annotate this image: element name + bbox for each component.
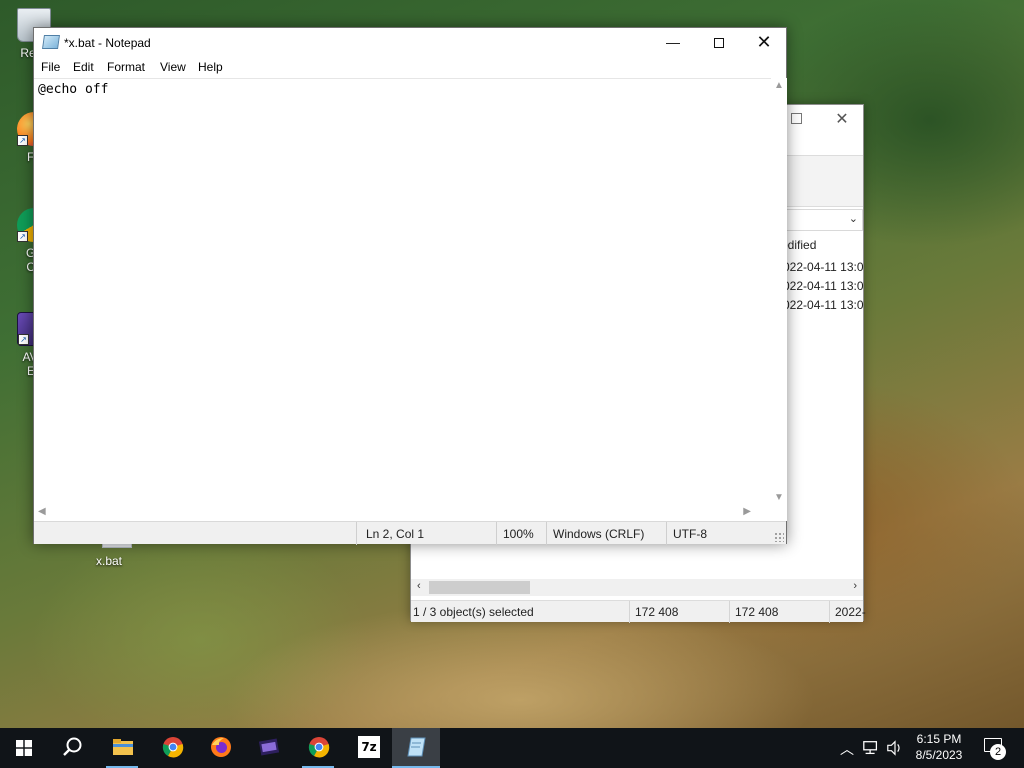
scroll-down-arrow-icon[interactable]: ▼: [774, 492, 784, 503]
minimize-button[interactable]: —: [650, 28, 696, 58]
notepad-window[interactable]: *x.bat - Notepad — ✕ File Edit Format Vi…: [33, 27, 787, 545]
shortcut-arrow-icon: ↗: [17, 231, 28, 242]
network-icon: [863, 741, 878, 755]
status-divider: [666, 522, 667, 545]
status-divider: [729, 601, 730, 623]
notepad-status-bar: Ln 2, Col 1 100% Windows (CRLF) UTF-8: [34, 521, 786, 545]
explorer-status-bar: 1 / 3 object(s) selected 172 408 172 408…: [411, 600, 866, 623]
shortcut-arrow-icon: ↗: [18, 334, 29, 345]
status-size: 172 408: [635, 605, 679, 619]
file-row-date[interactable]: 022-04-11 13:0: [783, 279, 864, 293]
chevron-up-icon: ︿: [840, 741, 854, 757]
editor-content[interactable]: @echo off: [38, 82, 108, 97]
desktop-file-label-x-bat[interactable]: x.bat: [96, 554, 122, 568]
status-date: 2022-: [835, 605, 866, 619]
notepad-titlebar[interactable]: *x.bat - Notepad — ✕: [34, 28, 786, 58]
show-hidden-icons-button[interactable]: ︿: [836, 728, 856, 768]
notepad-icon: [407, 737, 426, 757]
scroll-corner: [771, 505, 787, 521]
maximize-button[interactable]: [791, 113, 802, 124]
shortcut-arrow-icon: ↗: [17, 135, 28, 146]
clock[interactable]: 6:15 PM 8/5/2023: [908, 731, 970, 763]
taskbar-google-chrome[interactable]: [148, 728, 196, 768]
avs-video-editor-icon: [258, 738, 280, 756]
vertical-scrollbar[interactable]: ▲ ▼: [771, 78, 787, 505]
chevron-down-icon: ⌄: [848, 213, 858, 225]
menu-view[interactable]: View: [160, 60, 186, 74]
file-row-date[interactable]: 022-04-11 13:0: [783, 260, 864, 274]
notepad-icon: [42, 35, 60, 49]
scrollbar-thumb[interactable]: [429, 581, 530, 594]
clock-date: 8/5/2023: [915, 748, 963, 762]
status-line-endings: Windows (CRLF): [553, 527, 645, 541]
volume-button[interactable]: [884, 728, 906, 768]
status-divider: [629, 601, 630, 623]
scroll-right-arrow-icon[interactable]: ›: [853, 580, 857, 592]
taskbar-7zip[interactable]: 7z: [344, 728, 392, 768]
speaker-icon: [887, 740, 900, 756]
taskbar-file-explorer[interactable]: [98, 728, 146, 768]
file-row-date[interactable]: 022-04-11 13:0: [783, 298, 864, 312]
google-chrome-icon: [308, 737, 330, 758]
scroll-up-arrow-icon[interactable]: ▲: [774, 80, 784, 91]
horizontal-scrollbar[interactable]: ◀ ▶: [34, 505, 771, 521]
close-button[interactable]: ✕: [835, 109, 849, 129]
notification-count-badge: 2: [990, 744, 1006, 760]
maximize-icon: [714, 38, 724, 49]
scroll-right-arrow-icon[interactable]: ▶: [743, 506, 751, 517]
network-button[interactable]: [860, 728, 882, 768]
google-chrome-icon: [162, 737, 184, 758]
taskbar-avs-video-editor[interactable]: [244, 728, 292, 768]
start-button[interactable]: [0, 728, 48, 768]
close-button[interactable]: ✕: [741, 28, 787, 58]
status-encoding: UTF-8: [673, 527, 707, 541]
taskbar-notepad[interactable]: [392, 728, 440, 768]
windows-logo-icon: [16, 740, 32, 756]
status-zoom: 100%: [503, 527, 534, 541]
status-cursor-position: Ln 2, Col 1: [366, 527, 425, 541]
window-title: *x.bat - Notepad: [64, 36, 151, 50]
menu-help[interactable]: Help: [198, 60, 223, 74]
horizontal-scrollbar[interactable]: ‹ ›: [411, 579, 863, 596]
maximize-button[interactable]: [696, 28, 742, 58]
search-icon: [63, 737, 82, 756]
text-editor-area[interactable]: @echo off: [34, 78, 771, 505]
7zip-label: 7z: [361, 740, 377, 754]
status-selection: 1 / 3 object(s) selected: [413, 605, 534, 619]
status-size: 172 408: [735, 605, 779, 619]
menu-file[interactable]: File: [41, 60, 60, 74]
menu-format[interactable]: Format: [107, 60, 145, 74]
menu-edit[interactable]: Edit: [73, 60, 94, 74]
menu-bar: File Edit Format View Help: [34, 58, 786, 78]
clock-time: 6:15 PM: [916, 732, 962, 746]
taskbar: 7z ︿ 6:15 PM 8/5/2023 2: [0, 728, 1024, 768]
status-divider: [829, 601, 830, 623]
status-divider: [496, 522, 497, 545]
file-explorer-icon: [113, 739, 133, 755]
status-divider: [356, 522, 357, 545]
resize-grip-icon[interactable]: [774, 532, 784, 542]
taskbar-google-chrome-2[interactable]: [294, 728, 342, 768]
scroll-left-arrow-icon[interactable]: ‹: [417, 580, 421, 592]
7zip-icon: 7z: [358, 736, 380, 758]
scroll-left-arrow-icon[interactable]: ◀: [38, 506, 46, 517]
search-button[interactable]: [48, 728, 96, 768]
firefox-icon: [211, 737, 231, 757]
action-center-button[interactable]: 2: [980, 734, 1008, 762]
taskbar-firefox[interactable]: [196, 728, 244, 768]
status-divider: [546, 522, 547, 545]
